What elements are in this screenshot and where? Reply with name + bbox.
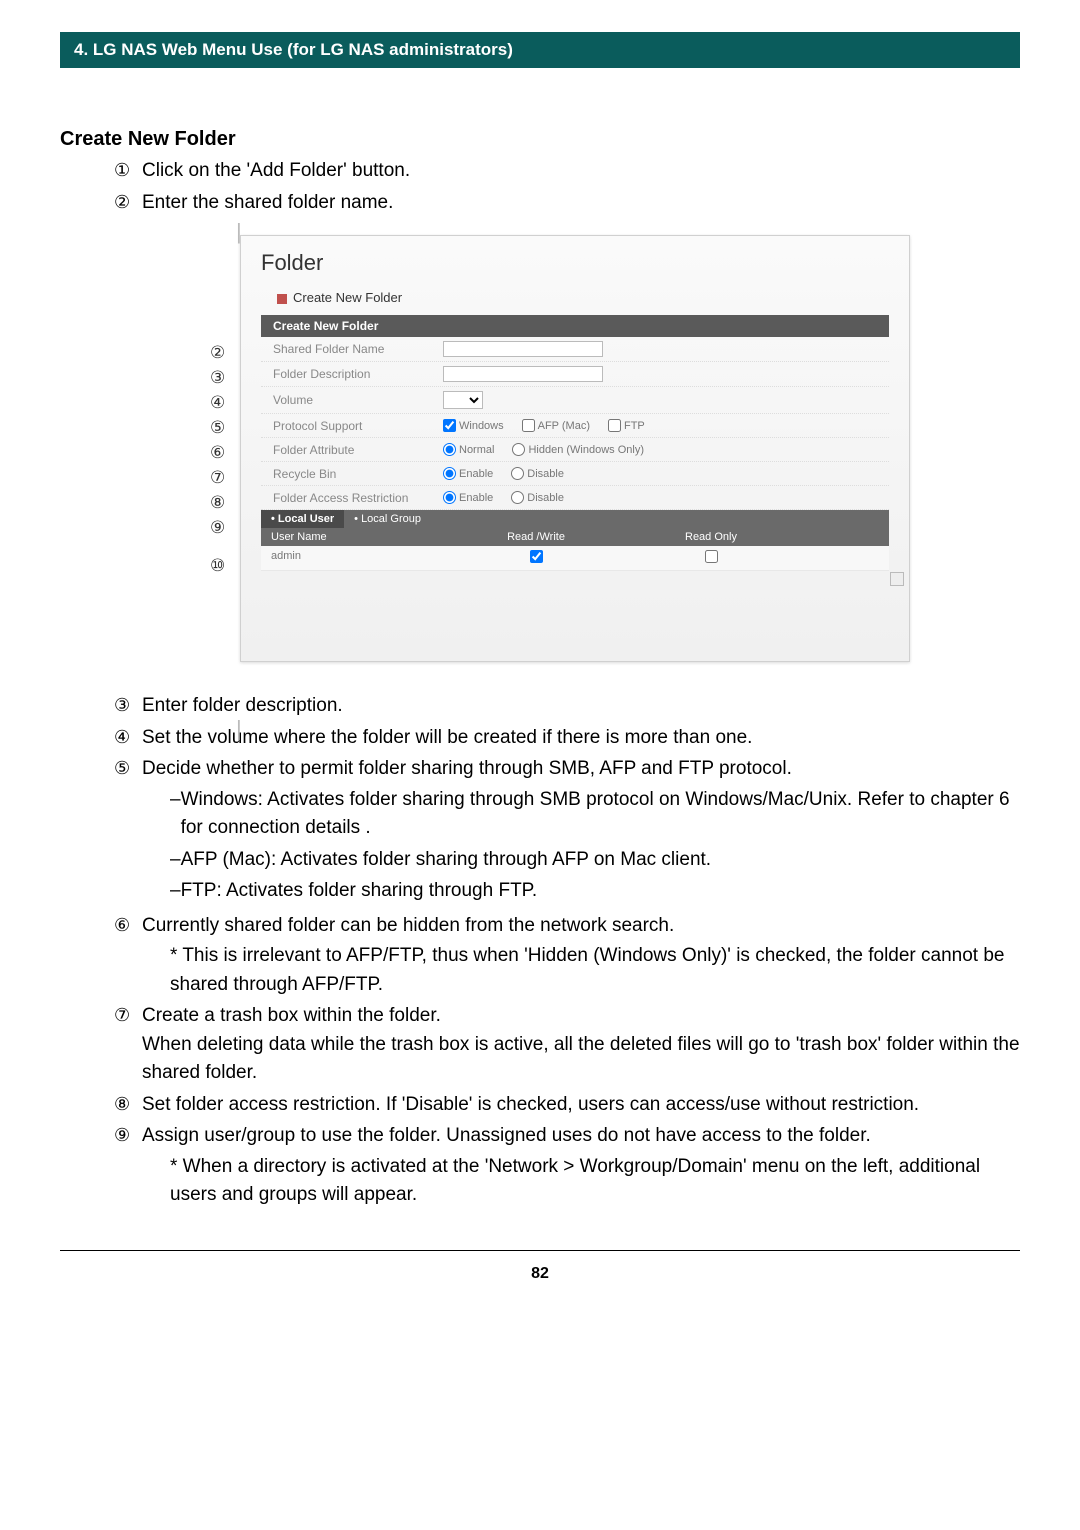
label-restriction: Folder Access Restriction: [273, 491, 443, 505]
row-protocol: Protocol Support Windows AFP (Mac) FTP: [261, 414, 889, 438]
chk-admin-ro[interactable]: [705, 550, 718, 563]
label-shared-name: Shared Folder Name: [273, 342, 443, 356]
radio-recycle-enable[interactable]: Enable: [443, 467, 493, 480]
step-1: Click on the 'Add Folder' button.: [142, 157, 1020, 186]
step-3: Enter folder description.: [142, 692, 1020, 721]
num-5: ⑤: [114, 755, 142, 782]
input-desc[interactable]: [443, 366, 603, 382]
page-number: 82: [60, 1265, 1020, 1283]
steps-top: ①Click on the 'Add Folder' button. ②Ente…: [114, 157, 1020, 217]
label-attribute: Folder Attribute: [273, 443, 443, 457]
callout-3: ③: [210, 368, 225, 388]
table-row: admin: [261, 546, 889, 571]
step-5-sub-win: Windows: Activates folder sharing throug…: [170, 786, 1020, 843]
num-2: ②: [114, 189, 142, 216]
input-shared-name[interactable]: [443, 341, 603, 357]
num-6: ⑥: [114, 912, 142, 939]
radio-hidden[interactable]: Hidden (Windows Only): [512, 443, 644, 456]
callout-6: ⑥: [210, 443, 225, 463]
radio-recycle-disable[interactable]: Disable: [511, 467, 564, 480]
step-5: Decide whether to permit folder sharing …: [142, 755, 1020, 909]
col-user-name: User Name: [261, 531, 461, 543]
step-5-sub-afp: AFP (Mac): Activates folder sharing thro…: [170, 846, 1020, 875]
row-restriction: Folder Access Restriction Enable Disable: [261, 486, 889, 510]
step-6-note: * This is irrelevant to AFP/FTP, thus wh…: [170, 942, 1020, 999]
col-read-write: Read /Write: [461, 531, 611, 543]
scroll-down-icon[interactable]: [890, 572, 904, 586]
col-read-only: Read Only: [611, 531, 811, 543]
row-desc: Folder Description: [261, 362, 889, 387]
text-cursor-icon: |: [236, 219, 242, 245]
num-9: ⑨: [114, 1122, 142, 1149]
chk-admin-rw[interactable]: [530, 550, 543, 563]
label-volume: Volume: [273, 393, 443, 407]
cell-user: admin: [261, 550, 461, 566]
callout-labels: ② ③ ④ ⑤ ⑥ ⑦ ⑧ ⑨ ⑩: [210, 343, 225, 576]
callout-2: ②: [210, 343, 225, 363]
step-7: Create a trash box within the folder. Wh…: [142, 1002, 1020, 1088]
section-head: Create New Folder: [261, 315, 889, 337]
step-8: Set folder access restriction. If 'Disab…: [142, 1091, 1020, 1120]
square-icon: [277, 294, 287, 304]
row-volume: Volume: [261, 387, 889, 414]
label-recycle: Recycle Bin: [273, 467, 443, 481]
step-9-note: * When a directory is activated at the '…: [170, 1153, 1020, 1210]
text-cursor-icon: |: [236, 716, 242, 742]
row-attribute: Folder Attribute Normal Hidden (Windows …: [261, 438, 889, 462]
chk-afp[interactable]: AFP (Mac): [522, 419, 590, 432]
step-4: Set the volume where the folder will be …: [142, 724, 1020, 753]
label-protocol: Protocol Support: [273, 419, 443, 433]
callout-9: ⑨: [210, 518, 225, 538]
row-recycle: Recycle Bin Enable Disable: [261, 462, 889, 486]
radio-restrict-enable[interactable]: Enable: [443, 491, 493, 504]
label-desc: Folder Description: [273, 367, 443, 381]
chk-windows[interactable]: Windows: [443, 419, 504, 432]
radio-restrict-disable[interactable]: Disable: [511, 491, 564, 504]
step-2: Enter the shared folder name.: [142, 189, 1020, 218]
steps-bottom: ③Enter folder description. ④Set the volu…: [114, 692, 1020, 1210]
step-5-sub-ftp: FTP: Activates folder sharing through FT…: [170, 877, 1020, 906]
callout-7: ⑦: [210, 468, 225, 488]
chk-ftp[interactable]: FTP: [608, 419, 645, 432]
panel-subtitle: Create New Folder: [241, 282, 909, 315]
callout-4: ④: [210, 393, 225, 413]
divider: [60, 1250, 1020, 1251]
panel-title: Folder: [241, 236, 909, 282]
step-7-extra: When deleting data while the trash box i…: [142, 1034, 1020, 1084]
callout-8: ⑧: [210, 493, 225, 513]
num-4: ④: [114, 724, 142, 751]
num-3: ③: [114, 692, 142, 719]
permission-table-header: User Name Read /Write Read Only: [261, 528, 889, 546]
chapter-header: 4. LG NAS Web Menu Use (for LG NAS admin…: [60, 32, 1020, 68]
user-group-tabs: • Local User • Local Group: [261, 510, 889, 528]
folder-panel: Folder Create New Folder Create New Fold…: [240, 235, 910, 662]
radio-normal[interactable]: Normal: [443, 443, 494, 456]
tab-local-user[interactable]: • Local User: [261, 510, 344, 528]
callout-10: ⑩: [210, 556, 225, 576]
select-volume[interactable]: [443, 391, 483, 409]
num-8: ⑧: [114, 1091, 142, 1118]
row-shared-name: Shared Folder Name: [261, 337, 889, 362]
num-7: ⑦: [114, 1002, 142, 1029]
step-9: Assign user/group to use the folder. Una…: [142, 1122, 1020, 1210]
callout-5: ⑤: [210, 418, 225, 438]
ui-screenshot: | ② ③ ④ ⑤ ⑥ ⑦ ⑧ ⑨ ⑩ Folder Create New Fo…: [240, 235, 910, 662]
section-title: Create New Folder: [60, 128, 1020, 151]
step-6: Currently shared folder can be hidden fr…: [142, 912, 1020, 1000]
num-1: ①: [114, 157, 142, 184]
tab-local-group[interactable]: • Local Group: [344, 510, 431, 528]
